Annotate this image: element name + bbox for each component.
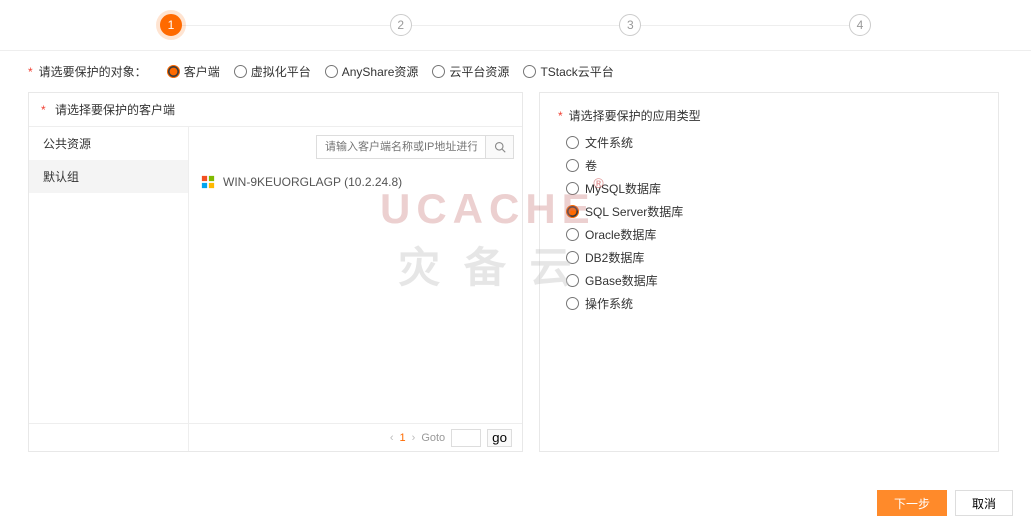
target-option-label: 云平台资源 [449,63,509,80]
target-option-label: AnyShare资源 [342,63,419,80]
target-option-label: TStack云平台 [540,63,613,80]
search-icon [494,141,506,153]
target-option[interactable]: 云平台资源 [432,63,509,80]
type-option-label: 操作系统 [585,295,633,312]
target-option[interactable]: AnyShare资源 [325,63,419,80]
type-option[interactable]: GBase数据库 [566,272,980,289]
sidebar-item[interactable]: 公共资源 [29,127,188,160]
target-option[interactable]: TStack云平台 [523,63,613,80]
pager-go-button[interactable]: go [487,429,512,447]
target-option-label: 客户端 [184,63,220,80]
client-name: WIN-9KEUORGLAGP (10.2.24.8) [223,175,402,189]
type-option[interactable]: DB2数据库 [566,249,980,266]
target-option-label: 虚拟化平台 [251,63,311,80]
type-option[interactable]: MySQL数据库 [566,180,980,197]
required-star: * [28,65,33,79]
windows-icon [201,175,215,189]
pager-current: 1 [400,432,406,444]
type-option[interactable]: SQL Server数据库 [566,203,980,220]
type-panel: * 请选择要保护的应用类型 文件系统卷 MySQL数据库 SQL Server数据库… [539,92,999,452]
type-option[interactable]: 操作系统 [566,295,980,312]
search-input[interactable] [316,135,486,159]
type-option-label: 文件系统 [585,134,633,151]
type-list: 文件系统卷 MySQL数据库 SQL Server数据库 Oracle数据库 DB2数据… [558,134,980,312]
type-option-label: DB2数据库 [585,249,644,266]
type-option-label: 卷 [585,157,597,174]
search-button[interactable] [486,135,514,159]
client-item[interactable]: WIN-9KEUORGLAGP (10.2.24.8) [197,171,514,193]
pager-next[interactable]: › [412,432,416,444]
step-2[interactable]: 2 [390,14,412,36]
step-4[interactable]: 4 [849,14,871,36]
target-option[interactable]: 客户端 [167,63,220,80]
target-radio-group: 客户端 虚拟化平台 AnyShare资源 云平台资源 TStack云平台 [167,63,614,80]
type-option-label: SQL Server数据库 [585,203,683,220]
type-option-label: MySQL数据库 [585,180,661,197]
client-panel: * 请选择要保护的客户端 公共资源默认组 WIN-9KEUORGLAGP (10… [28,92,523,452]
step-3[interactable]: 3 [619,14,641,36]
pager-goto-input[interactable] [451,429,481,447]
type-option-label: Oracle数据库 [585,226,656,243]
sidebar: 公共资源默认组 [29,127,189,451]
required-star: * [41,103,46,117]
pager-prev[interactable]: ‹ [390,432,394,444]
required-star: * [558,109,563,123]
type-option[interactable]: 卷 [566,157,980,174]
pager-goto-label: Goto [421,432,445,444]
client-panel-title: 请选择要保护的客户端 [55,103,175,117]
type-panel-title: 请选择要保护的应用类型 [569,107,701,124]
step-1[interactable]: 1 [160,14,182,36]
pagination: ‹ 1 › Goto go [29,423,522,451]
target-option[interactable]: 虚拟化平台 [234,63,311,80]
steps-bar: 1 2 3 4 [0,0,1031,51]
type-option-label: GBase数据库 [585,272,658,289]
cancel-button[interactable]: 取消 [955,490,1013,516]
type-option[interactable]: Oracle数据库 [566,226,980,243]
type-option[interactable]: 文件系统 [566,134,980,151]
target-label: 请选要保护的对象： [39,63,147,80]
sidebar-item[interactable]: 默认组 [29,160,188,193]
client-list: WIN-9KEUORGLAGP (10.2.24.8) [189,167,522,197]
next-button[interactable]: 下一步 [877,490,947,516]
